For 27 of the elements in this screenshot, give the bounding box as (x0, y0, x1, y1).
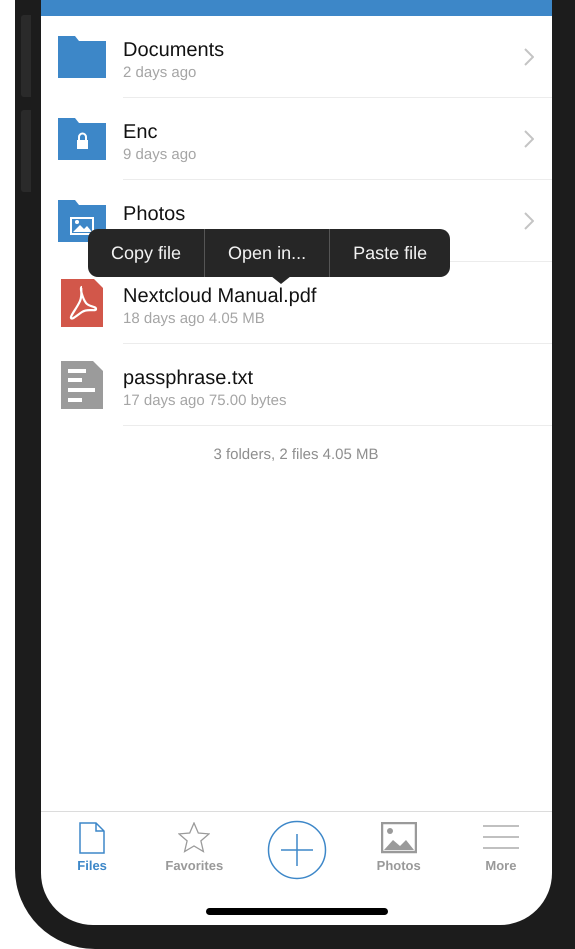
file-row[interactable]: Documents 2 days ago (41, 16, 552, 98)
add-button[interactable] (266, 820, 326, 880)
text-file-icon (61, 361, 103, 409)
file-details: 2 days ago (123, 62, 196, 82)
file-row[interactable]: Enc 9 days ago (41, 98, 552, 180)
chevron-icon (524, 48, 534, 66)
file-name: Nextcloud Manual.pdf (123, 284, 316, 308)
file-name: passphrase.txt (123, 366, 254, 390)
chevron-icon (524, 212, 534, 230)
file-details: 18 days ago 4.05 MB (123, 308, 265, 328)
tab[interactable]: Files (41, 812, 144, 890)
folder-icon (58, 36, 106, 78)
pdf-file-icon (61, 279, 103, 327)
star-icon (178, 822, 210, 854)
file-name: Documents (123, 38, 224, 62)
file-details: 17 days ago 75.00 bytes (123, 390, 286, 410)
summary-text: 3 folders, 2 files 4.05 MB (213, 446, 379, 463)
locked-folder-icon (58, 118, 106, 160)
file-icon (79, 822, 106, 854)
file-row[interactable]: passphrase.txt 17 days ago 75.00 bytes (41, 344, 552, 426)
image-icon (380, 822, 417, 854)
menu-item[interactable]: Paste file (329, 229, 450, 277)
file-name: Photos (123, 202, 186, 226)
file-name: Enc (123, 120, 158, 144)
file-details: 9 days ago (123, 144, 196, 164)
menu-item[interactable]: Copy file (88, 229, 204, 277)
chevron-icon (524, 130, 534, 148)
